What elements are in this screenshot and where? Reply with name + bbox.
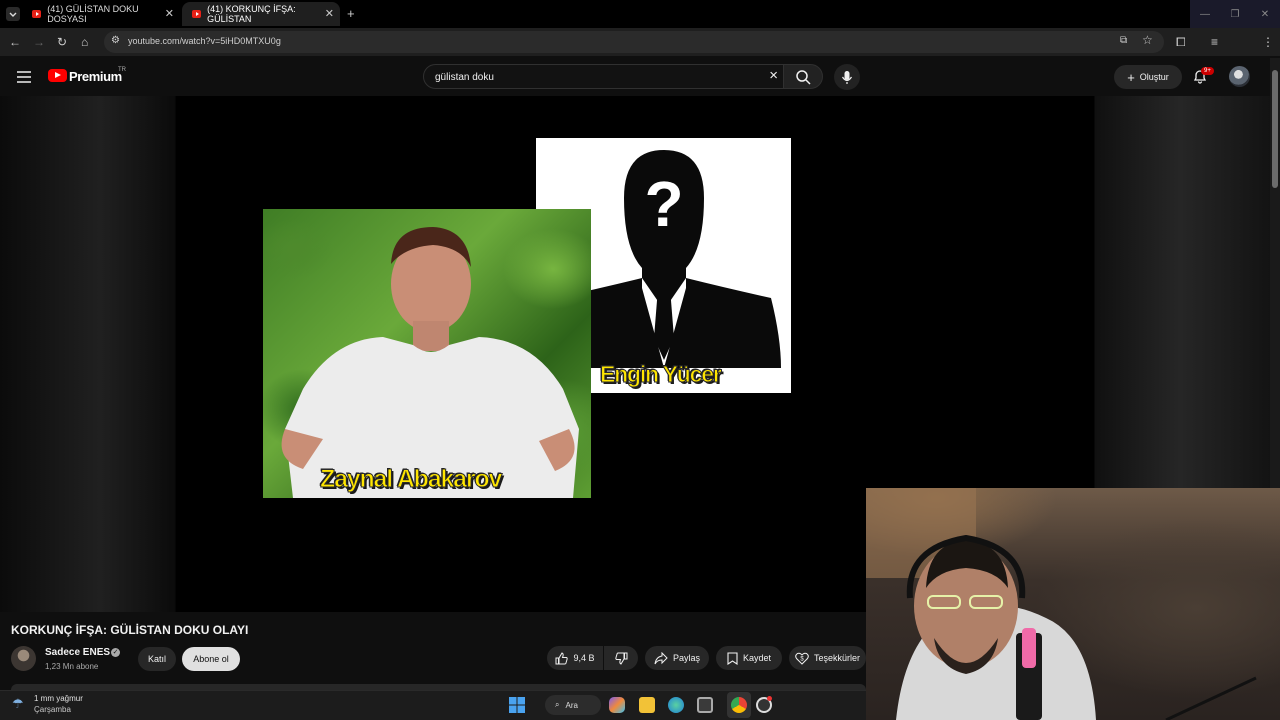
create-button[interactable]: + Oluştur bbox=[1114, 65, 1182, 89]
close-tab-icon[interactable]: ✕ bbox=[165, 7, 174, 20]
youtube-header: Premium TR gülistan doku × + Oluştur 9+ bbox=[0, 56, 1280, 96]
install-app-icon[interactable]: ⧉ bbox=[1120, 35, 1127, 46]
subscriber-count: 1,23 Mn abone bbox=[45, 662, 99, 671]
page-scrollbar[interactable] bbox=[1270, 58, 1280, 488]
region-code: TR bbox=[118, 67, 126, 73]
svg-text:?: ? bbox=[644, 168, 683, 240]
scrollbar-thumb[interactable] bbox=[1272, 70, 1278, 188]
search-query[interactable]: gülistan doku bbox=[435, 72, 494, 83]
hamburger-menu-icon[interactable] bbox=[17, 70, 31, 88]
save-button[interactable]: Kaydet bbox=[716, 646, 782, 670]
windows-start-icon[interactable] bbox=[509, 697, 525, 713]
share-label: Paylaş bbox=[672, 653, 700, 663]
create-label: Oluştur bbox=[1139, 72, 1169, 82]
chrome-menu-icon[interactable]: ⋮ bbox=[1262, 34, 1274, 50]
browser-tab-title: (41) KORKUNÇ İFŞA: GÜLİSTAN bbox=[207, 4, 296, 24]
minimize-window-icon[interactable]: — bbox=[1190, 0, 1220, 28]
share-button[interactable]: Paylaş bbox=[645, 646, 709, 670]
weather-rain-icon[interactable]: ☂ bbox=[12, 696, 24, 712]
maximize-window-icon[interactable]: ❐ bbox=[1220, 0, 1250, 28]
voice-search-button[interactable] bbox=[834, 64, 860, 90]
recording-dot-icon bbox=[767, 696, 772, 701]
webcam-overlay-image bbox=[866, 488, 1280, 720]
browser-toolbar: ← → ↻ ⌂ ⚙ youtube.com/watch?v=5iHD0MTXU0… bbox=[0, 28, 1280, 76]
person-photo-image bbox=[263, 209, 591, 498]
search-button[interactable] bbox=[783, 64, 823, 89]
address-bar[interactable]: ⚙ youtube.com/watch?v=5iHD0MTXU0g ⧉ ☆ bbox=[104, 31, 1164, 53]
account-avatar[interactable] bbox=[1229, 66, 1250, 87]
video-caption-lower: Zaynal Abakarov bbox=[319, 465, 502, 494]
bookmark-star-icon[interactable]: ☆ bbox=[1142, 33, 1153, 47]
search-input[interactable]: gülistan doku × bbox=[423, 64, 785, 89]
youtube-premium-logo-text[interactable]: Premium bbox=[69, 69, 122, 84]
forward-icon[interactable]: → bbox=[33, 34, 45, 50]
weather-text[interactable]: 1 mm yağmur bbox=[34, 694, 83, 703]
site-info-icon[interactable]: ⚙ bbox=[111, 35, 120, 46]
youtube-logo-icon[interactable] bbox=[48, 69, 67, 82]
browser-tab-title: (41) GÜLİSTAN DOKU DOSYASI bbox=[47, 4, 139, 24]
channel-avatar[interactable] bbox=[11, 646, 36, 671]
copilot-icon[interactable] bbox=[609, 697, 625, 713]
thanks-label: Teşekkürler bbox=[814, 653, 861, 663]
join-button[interactable]: Katıl bbox=[138, 647, 176, 671]
youtube-favicon-icon bbox=[192, 10, 202, 18]
weather-day: Çarşamba bbox=[34, 705, 71, 714]
media-controls-icon[interactable]: ≡ bbox=[1211, 34, 1218, 50]
search-icon: ⌕ bbox=[555, 700, 560, 709]
close-tab-icon[interactable]: ✕ bbox=[325, 7, 334, 20]
share-icon bbox=[654, 651, 668, 664]
chrome-icon[interactable] bbox=[731, 697, 747, 713]
subscribe-label: Abone ol bbox=[193, 654, 229, 664]
taskbar-search-label: Ara bbox=[565, 700, 578, 710]
microphone-icon bbox=[841, 71, 853, 84]
dislike-button[interactable] bbox=[604, 646, 638, 670]
browser-tab-strip: (41) GÜLİSTAN DOKU DOSYASI ✕ (41) KORKUN… bbox=[0, 0, 1280, 28]
like-count: 9,4 B bbox=[573, 653, 595, 663]
back-icon[interactable]: ← bbox=[9, 34, 21, 50]
browser-tab-2-active[interactable]: (41) KORKUNÇ İFŞA: GÜLİSTAN ✕ bbox=[182, 2, 340, 26]
verified-check-icon: ✓ bbox=[111, 648, 120, 657]
plus-icon: + bbox=[1127, 69, 1135, 85]
video-title: KORKUNÇ İFŞA: GÜLİSTAN DOKU OLAYI bbox=[11, 623, 249, 637]
clear-search-icon[interactable]: × bbox=[769, 67, 778, 84]
home-icon[interactable]: ⌂ bbox=[81, 34, 88, 50]
youtube-favicon-icon bbox=[32, 10, 42, 18]
reload-icon[interactable]: ↻ bbox=[57, 34, 67, 50]
bookmark-icon bbox=[727, 651, 738, 665]
like-button[interactable]: 9,4 B bbox=[547, 646, 603, 670]
video-caption-upper: Engin Yücer bbox=[600, 361, 723, 388]
save-label: Kaydet bbox=[742, 653, 772, 663]
tab-list-dropdown-icon[interactable] bbox=[6, 7, 20, 21]
url-text[interactable]: youtube.com/watch?v=5iHD0MTXU0g bbox=[128, 36, 281, 46]
channel-name[interactable]: Sadece ENES bbox=[45, 647, 110, 658]
thumbs-down-icon bbox=[614, 652, 627, 665]
edge-browser-icon[interactable] bbox=[668, 697, 684, 713]
subscribe-button[interactable]: Abone ol bbox=[182, 647, 240, 671]
thanks-button[interactable]: $ Teşekkürler bbox=[789, 646, 866, 670]
store-icon[interactable] bbox=[697, 697, 713, 713]
close-window-icon[interactable]: ✕ bbox=[1250, 0, 1280, 28]
search-icon bbox=[796, 70, 811, 85]
join-label: Katıl bbox=[147, 654, 166, 664]
notification-count-badge: 9+ bbox=[1201, 67, 1214, 75]
heart-dollar-icon: $ bbox=[795, 652, 809, 665]
browser-tab-1[interactable]: (41) GÜLİSTAN DOKU DOSYASI ✕ bbox=[22, 2, 180, 26]
new-tab-button[interactable]: + bbox=[347, 6, 355, 21]
file-explorer-icon[interactable] bbox=[639, 697, 655, 713]
extensions-icon[interactable]: ⧠ bbox=[1176, 34, 1186, 50]
taskbar-search[interactable]: ⌕ Ara bbox=[545, 695, 601, 715]
thumbs-up-icon bbox=[555, 651, 569, 664]
